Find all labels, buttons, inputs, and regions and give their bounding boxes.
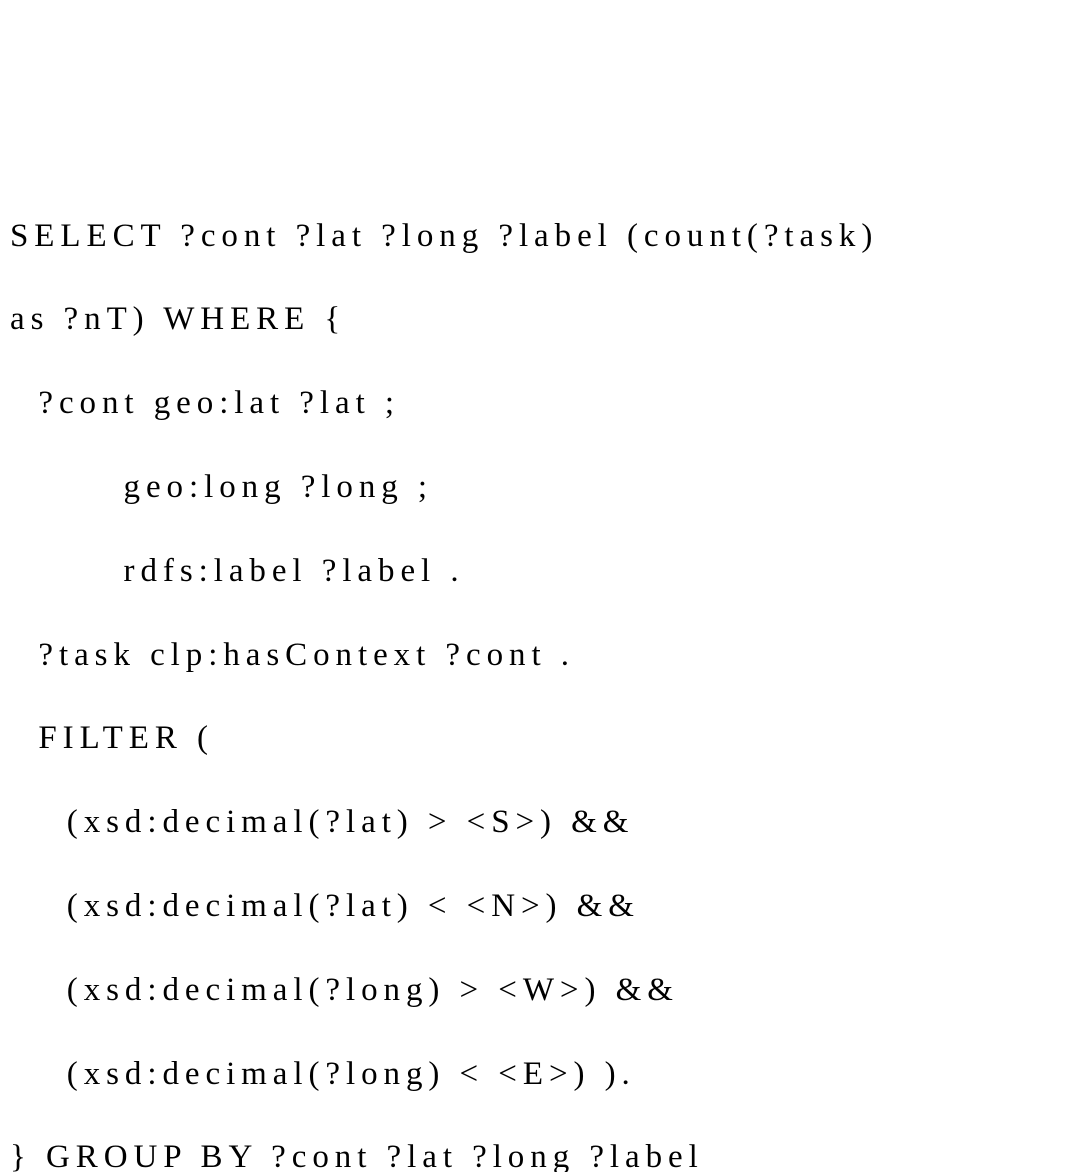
code-line: rdfs:label ?label . xyxy=(10,551,1078,593)
code-block: SELECT ?cont ?lat ?long ?label (count(?t… xyxy=(10,174,1078,1172)
code-line: } GROUP BY ?cont ?lat ?long ?label xyxy=(10,1137,1078,1172)
code-line: SELECT ?cont ?lat ?long ?label (count(?t… xyxy=(10,216,1078,258)
code-line: as ?nT) WHERE { xyxy=(10,299,1078,341)
code-line: (xsd:decimal(?long) > <W>) && xyxy=(10,970,1078,1012)
code-line: (xsd:decimal(?lat) > <S>) && xyxy=(10,802,1078,844)
code-line: ?cont geo:lat ?lat ; xyxy=(10,383,1078,425)
code-line: (xsd:decimal(?lat) < <N>) && xyxy=(10,886,1078,928)
code-line: FILTER ( xyxy=(10,718,1078,760)
code-line: geo:long ?long ; xyxy=(10,467,1078,509)
code-line: (xsd:decimal(?long) < <E>) ). xyxy=(10,1054,1078,1096)
code-line: ?task clp:hasContext ?cont . xyxy=(10,635,1078,677)
